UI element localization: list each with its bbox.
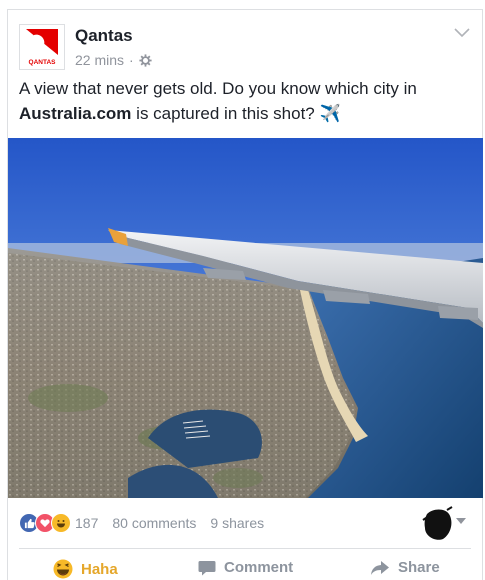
haha-label: Haha — [81, 560, 118, 578]
aerial-city-photo — [8, 138, 483, 498]
comment-button[interactable]: Comment — [198, 559, 293, 576]
share-arrow-icon — [371, 560, 389, 575]
qantas-logo-icon: QANTAS — [26, 29, 58, 66]
share-label: Share — [398, 559, 440, 576]
reaction-icons — [19, 513, 71, 533]
comment-icon — [198, 560, 216, 575]
reactions-summary[interactable]: 187 80 comments 9 shares — [19, 513, 264, 533]
post-options-chevron-icon[interactable] — [454, 28, 470, 38]
post-text-line2: is captured in this shot? ✈️ — [131, 104, 341, 123]
post-card: QANTAS Qantas 22 mins · A view that neve… — [7, 9, 483, 580]
haha-icon — [53, 559, 73, 579]
haha-button[interactable]: Haha — [53, 559, 118, 579]
share-button[interactable]: Share — [370, 559, 440, 576]
timestamp[interactable]: 22 mins — [75, 52, 124, 68]
page-name[interactable]: Qantas — [75, 26, 133, 46]
gear-icon — [139, 53, 152, 67]
action-divider — [19, 548, 471, 549]
post-photo[interactable] — [8, 138, 483, 498]
post-text: A view that never gets old. Do you know … — [19, 76, 459, 126]
comment-label: Comment — [224, 559, 294, 576]
post-meta: 22 mins · — [75, 52, 152, 68]
reaction-menu-chevron-icon[interactable] — [456, 518, 466, 525]
logo-text: QANTAS — [29, 59, 57, 66]
reaction-count[interactable]: 187 — [75, 515, 98, 531]
haha-reaction-icon — [51, 513, 71, 533]
redaction-scribble-icon — [422, 506, 453, 540]
page-avatar[interactable]: QANTAS — [19, 24, 65, 70]
shares-count[interactable]: 9 shares — [210, 515, 264, 531]
comments-count[interactable]: 80 comments — [112, 515, 196, 531]
post-link[interactable]: Australia.com — [19, 104, 131, 123]
meta-separator: · — [129, 52, 134, 68]
post-text-line1: A view that never gets old. Do you know … — [19, 79, 417, 98]
